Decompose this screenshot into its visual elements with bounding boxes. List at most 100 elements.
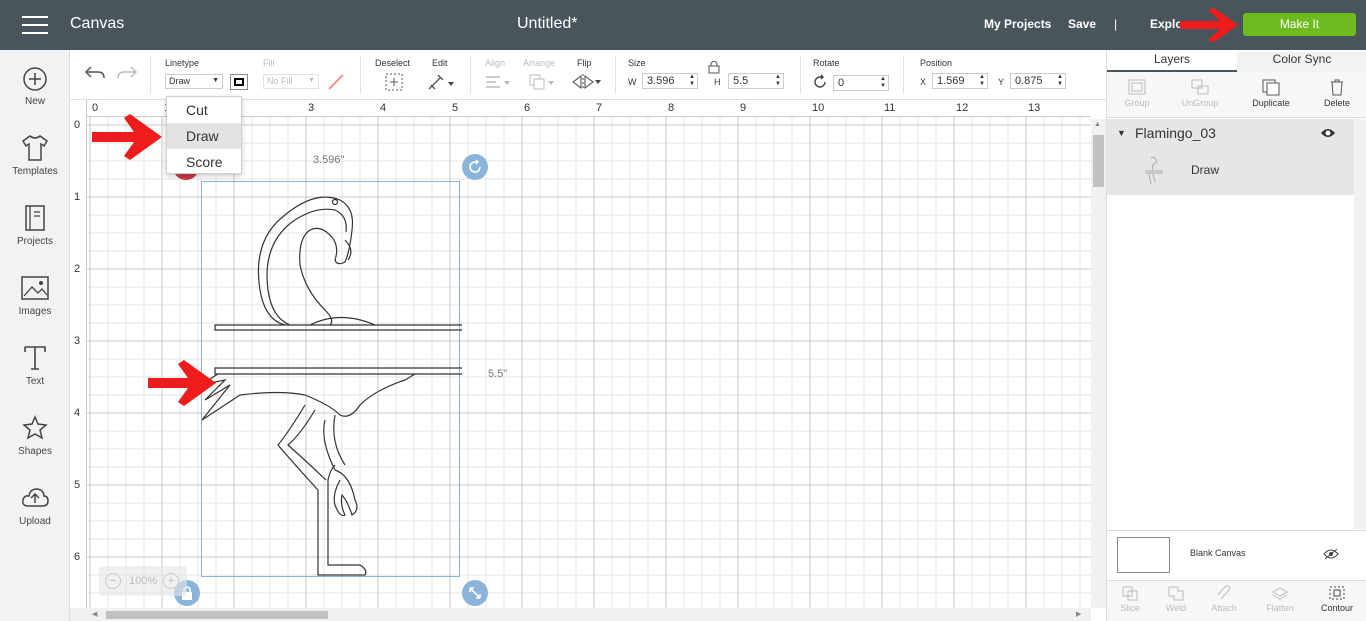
nav-upload[interactable]: Upload <box>0 484 70 527</box>
horizontal-scrollbar[interactable]: ◀ ▶ <box>70 608 1091 621</box>
deselect-icon[interactable] <box>384 72 404 92</box>
duplicate-button[interactable]: Duplicate <box>1241 78 1301 108</box>
layers-panel: Layers Color Sync Group UnGroup Duplicat… <box>1106 50 1366 621</box>
document-title[interactable]: Untitled* <box>517 15 577 33</box>
group-label: Group <box>1124 98 1150 108</box>
toolbar-separator <box>360 56 361 94</box>
linetype-color-swatch[interactable] <box>230 74 248 90</box>
nav-text[interactable]: Text <box>0 344 70 387</box>
vertical-scroll-thumb[interactable] <box>1093 135 1104 187</box>
horizontal-scroll-thumb[interactable] <box>106 611 328 619</box>
menu-item-score[interactable]: Score <box>167 149 241 175</box>
edit-tools-icon[interactable] <box>426 72 456 92</box>
lock-ratio-icon[interactable] <box>708 60 720 74</box>
toolbar-separator <box>615 56 616 94</box>
nav-shapes[interactable]: Shapes <box>0 414 70 457</box>
top-bar: Canvas Untitled* My Projects Save | Expl… <box>0 0 1366 50</box>
menu-item-draw[interactable]: Draw <box>167 123 241 149</box>
text-t-icon <box>24 346 46 370</box>
flip-icon[interactable] <box>571 72 603 92</box>
align-icon[interactable] <box>484 74 512 90</box>
group-icon <box>1128 79 1146 95</box>
y-label: Y <box>998 77 1005 87</box>
ruler-left-number: 5 <box>74 479 81 491</box>
scroll-right-icon[interactable]: ▶ <box>1076 610 1081 618</box>
rotate-handle[interactable] <box>462 154 488 180</box>
my-projects-link[interactable]: My Projects <box>984 17 1051 31</box>
ungroup-button[interactable]: UnGroup <box>1170 78 1230 108</box>
y-input[interactable]: 0.875 ▲ ▼ <box>1010 73 1066 89</box>
rotate-label: Rotate <box>813 58 840 68</box>
height-input[interactable]: 5.5 ▲ ▼ <box>728 73 784 89</box>
hamburger-menu-icon[interactable] <box>22 16 48 36</box>
make-it-button[interactable]: Make It <box>1243 13 1356 36</box>
spinner-icon[interactable]: ▲ ▼ <box>979 74 985 88</box>
eye-hidden-icon[interactable] <box>1323 548 1339 560</box>
edit-label: Edit <box>432 58 448 68</box>
caret-down-icon: ▼ <box>308 77 315 84</box>
layer-group-row[interactable]: ▼ Flamingo_03 Draw <box>1107 119 1366 195</box>
slice-label: Slice <box>1120 603 1140 613</box>
scroll-left-icon[interactable]: ◀ <box>92 610 97 618</box>
nav-new[interactable]: New <box>0 66 70 107</box>
fill-select[interactable]: No Fill ▼ <box>263 74 319 89</box>
rotate-input[interactable]: 0 ▲ ▼ <box>833 75 889 91</box>
layer-name: Flamingo_03 <box>1135 125 1216 141</box>
scroll-up-icon[interactable]: ▲ <box>1094 121 1101 128</box>
ruler-top-number: 10 <box>812 102 825 114</box>
ruler-left <box>70 100 87 608</box>
linetype-select[interactable]: Draw ▼ <box>165 74 223 89</box>
nav-projects[interactable]: Projects <box>0 204 70 247</box>
slice-button[interactable]: Slice <box>1107 585 1153 613</box>
weld-button[interactable]: Weld <box>1153 585 1199 613</box>
menu-item-cut[interactable]: Cut <box>167 97 241 123</box>
weld-icon <box>1168 586 1184 601</box>
tab-color-sync[interactable]: Color Sync <box>1237 52 1366 72</box>
nav-images[interactable]: Images <box>0 274 70 317</box>
vertical-scrollbar[interactable]: ▲ <box>1091 119 1106 608</box>
group-button[interactable]: Group <box>1107 78 1167 108</box>
red-arrow-makeit <box>1180 8 1238 42</box>
zoom-in-icon[interactable]: + <box>163 573 179 589</box>
spinner-icon[interactable]: ▲ ▼ <box>1057 74 1063 88</box>
delete-label: Delete <box>1323 98 1350 108</box>
contour-button[interactable]: Contour <box>1312 585 1362 613</box>
rotate-icon <box>469 159 481 173</box>
flamingo-drawing[interactable] <box>200 180 462 578</box>
attach-button[interactable]: Attach <box>1201 585 1247 613</box>
resize-handle[interactable] <box>462 580 488 606</box>
rotate-icon <box>814 74 826 88</box>
design-canvas[interactable]: 0123456789101112131 0123456 3.596" 5.5" <box>70 100 1091 608</box>
width-input[interactable]: 3.596 ▲ ▼ <box>642 73 698 89</box>
arrange-icon[interactable] <box>528 73 556 91</box>
no-fill-swatch-icon[interactable] <box>327 73 345 91</box>
width-value: 3.596 <box>647 75 675 87</box>
upload-cloud-icon <box>22 488 49 507</box>
resize-arrows-icon <box>469 587 481 599</box>
ruler-left-number: 6 <box>74 551 81 563</box>
zoom-out-icon[interactable]: − <box>105 573 121 589</box>
flatten-button[interactable]: Flatten <box>1255 585 1305 613</box>
nav-templates[interactable]: Templates <box>0 134 70 177</box>
eye-icon[interactable] <box>1320 127 1336 139</box>
blank-canvas-swatch[interactable] <box>1117 537 1170 573</box>
redo-icon[interactable] <box>116 64 138 82</box>
panel-scrollbar[interactable] <box>1354 119 1366 529</box>
caret-down-icon[interactable]: ▼ <box>1117 128 1126 138</box>
spinner-icon[interactable]: ▲ ▼ <box>689 74 695 88</box>
spinner-icon[interactable]: ▲ ▼ <box>775 74 781 88</box>
nav-label: Upload <box>19 516 51 527</box>
flip-label: Flip <box>577 58 592 68</box>
tshirt-icon <box>22 135 48 161</box>
spinner-icon[interactable]: ▲ ▼ <box>880 76 886 90</box>
x-input[interactable]: 1.569 ▲ ▼ <box>932 73 988 89</box>
plus-circle-icon <box>23 67 47 91</box>
delete-button[interactable]: Delete <box>1307 78 1366 108</box>
ruler-top-number: 7 <box>596 102 603 114</box>
save-link[interactable]: Save <box>1068 17 1096 31</box>
caret-down-icon: ▼ <box>212 77 219 84</box>
attach-label: Attach <box>1211 603 1237 613</box>
blank-canvas-row[interactable]: Blank Canvas <box>1107 530 1366 578</box>
undo-icon[interactable] <box>84 64 106 82</box>
tab-layers[interactable]: Layers <box>1107 52 1237 72</box>
